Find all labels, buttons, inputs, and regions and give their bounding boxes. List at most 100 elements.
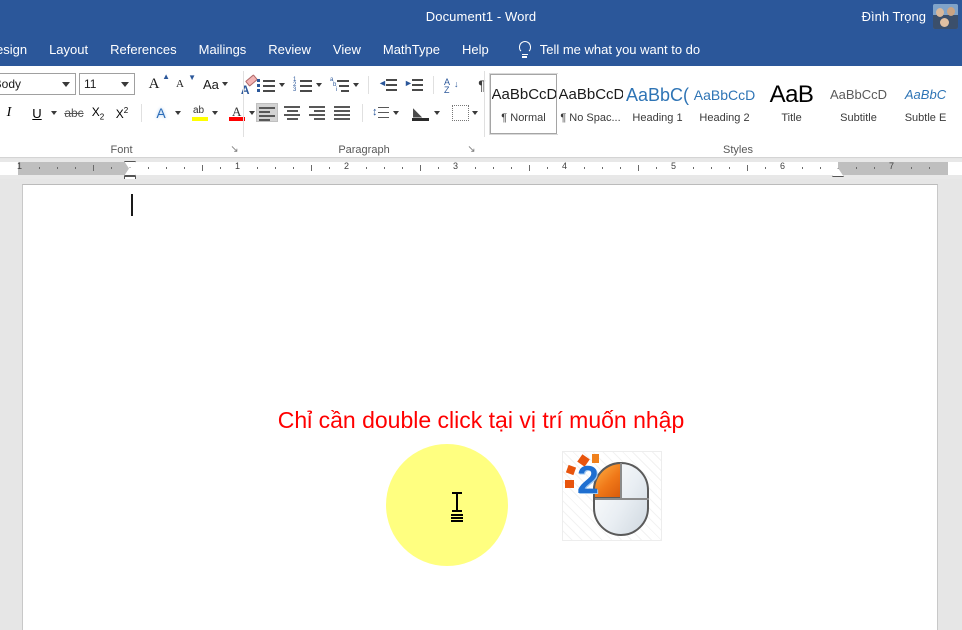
underline-chevron-down-icon[interactable]: [51, 111, 57, 115]
style-item-subtitle[interactable]: AaBbCcD Subtitle: [825, 74, 892, 134]
align-center-icon[interactable]: [281, 103, 303, 122]
ribbon-tab-bar: esign Layout References Mailings Review …: [0, 33, 962, 66]
avatar[interactable]: [933, 4, 958, 29]
title-bar-user-area: Đình Trọng: [862, 0, 958, 33]
ruler-number: 5: [671, 161, 677, 171]
tab-design[interactable]: esign: [0, 33, 38, 66]
style-sample: AaBbCcD: [829, 86, 888, 102]
highlight-color-swatch: [192, 117, 208, 121]
change-case-button[interactable]: Aa: [203, 77, 228, 92]
highlight-chevron-down-icon[interactable]: [212, 111, 218, 115]
style-sample: AaBbC(: [625, 84, 690, 105]
tab-view[interactable]: View: [322, 33, 372, 66]
document-page[interactable]: Chỉ cần double click tại vị trí muốn nhậ…: [22, 184, 938, 630]
font-name-combo[interactable]: bri (Body: [0, 73, 76, 95]
style-label: Heading 1: [632, 111, 683, 124]
align-right-icon[interactable]: [306, 103, 328, 122]
italic-button[interactable]: I: [0, 102, 20, 124]
style-sample: AaBbC: [904, 86, 947, 102]
underline-button[interactable]: U: [26, 102, 48, 124]
tab-layout[interactable]: Layout: [38, 33, 99, 66]
shading-chevron-down-icon[interactable]: [434, 110, 440, 115]
subscript-button[interactable]: X2: [87, 102, 109, 124]
style-item-normal[interactable]: AaBbCcDc ¶ Normal: [489, 73, 558, 135]
font-dialog-launcher[interactable]: ↘: [229, 144, 240, 155]
ruler-number: 1: [235, 161, 241, 171]
style-label: ¶ No Spac...: [560, 111, 621, 124]
style-label: Subtitle: [840, 111, 877, 124]
text-effects-chevron-down-icon[interactable]: [175, 111, 181, 115]
tab-review[interactable]: Review: [257, 33, 322, 66]
superscript-button[interactable]: X2: [111, 102, 133, 124]
borders-chevron-down-icon[interactable]: [472, 110, 478, 115]
lightbulb-icon: [518, 41, 532, 58]
ruler-number: 6: [780, 161, 786, 171]
style-label: ¶ Normal: [501, 111, 546, 124]
text-highlight-color-button[interactable]: ab: [191, 104, 209, 122]
mouse-badge-number: 2: [577, 459, 599, 502]
sort-icon[interactable]: A Z ↓: [443, 77, 461, 95]
font-name-value: bri (Body: [0, 77, 22, 91]
document-scroll-area[interactable]: Chỉ cần double click tại vị trí muốn nhậ…: [0, 179, 962, 630]
styles-group-label: Styles: [723, 144, 753, 156]
font-group-label: Font: [110, 144, 133, 156]
ruler-number: 4: [562, 161, 568, 171]
page-title: Chỉ cần double click tại vị trí muốn nhậ…: [277, 407, 685, 433]
align-left-icon[interactable]: [256, 103, 278, 122]
paragraph-group-label: Paragraph: [338, 144, 390, 156]
caret-down-icon: ▼: [188, 73, 196, 82]
style-label: Subtle E: [904, 111, 947, 124]
style-sample: AaB: [769, 84, 814, 105]
style-item-heading-1[interactable]: AaBbC( Heading 1: [624, 74, 691, 134]
tell-me-search[interactable]: Tell me what you want to do: [518, 41, 700, 58]
line-spacing-chevron-down-icon[interactable]: [393, 110, 399, 115]
horizontal-ruler[interactable]: 1 1 2 3 4 5 6 7: [0, 159, 962, 183]
text-effects-button[interactable]: A: [150, 102, 172, 124]
ruler-number: 3: [453, 161, 459, 171]
tab-references[interactable]: References: [99, 33, 187, 66]
tab-mailings[interactable]: Mailings: [188, 33, 258, 66]
multilevel-chevron-down-icon[interactable]: [353, 83, 359, 87]
word-window: Document1 - Word Đình Trọng esign Layout…: [0, 0, 962, 630]
tab-help[interactable]: Help: [451, 33, 500, 66]
style-sample: AaBbCcDc: [558, 85, 623, 103]
user-name-label[interactable]: Đình Trọng: [862, 9, 926, 24]
justify-icon[interactable]: [331, 103, 353, 122]
click-and-type-ibeam-cursor: [450, 491, 464, 523]
font-group: bri (Body 11 A ▲ A ▼ Aa: [0, 66, 258, 158]
strikethrough-button[interactable]: abc: [63, 102, 85, 124]
style-label: Heading 2: [699, 111, 750, 124]
document-title: Document1 - Word: [425, 9, 537, 24]
font-size-combo[interactable]: 11: [79, 73, 135, 95]
numbering-chevron-down-icon[interactable]: [316, 83, 322, 87]
title-bar: Document1 - Word Đình Trọng: [0, 0, 962, 33]
double-click-mouse-icon: 2: [562, 451, 662, 541]
ruler-number: 2: [344, 161, 350, 171]
numbering-icon[interactable]: 1 2 3: [293, 77, 313, 93]
style-item-heading-2[interactable]: AaBbCcD Heading 2: [691, 74, 758, 134]
increase-indent-icon[interactable]: ►: [404, 77, 424, 93]
grow-font-button[interactable]: A ▲: [143, 72, 170, 95]
paragraph-group: 1 2 3 a b i ◄ ► A Z ↓ ¶ ↕ ◣ Paragraph ↘: [248, 66, 486, 158]
style-item-subtle-emphasis[interactable]: AaBbC Subtle E: [892, 74, 959, 134]
paragraph-dialog-launcher[interactable]: ↘: [466, 144, 477, 155]
borders-icon[interactable]: [452, 104, 469, 121]
chevron-down-icon: [221, 82, 228, 86]
ruler-number: 1: [17, 161, 23, 171]
styles-group: AaBbCcDc ¶ Normal AaBbCcDc ¶ No Spac... …: [489, 66, 962, 158]
multilevel-list-icon[interactable]: a b i: [330, 77, 350, 93]
style-item-title[interactable]: AaB Title: [758, 74, 825, 134]
text-caret: [131, 194, 133, 216]
style-item-no-spacing[interactable]: AaBbCcDc ¶ No Spac...: [557, 74, 624, 134]
ribbon: bri (Body 11 A ▲ A ▼ Aa: [0, 66, 962, 158]
bullets-icon[interactable]: [256, 77, 276, 93]
style-sample: AaBbCcD: [693, 86, 756, 103]
shrink-font-button[interactable]: A ▼: [169, 73, 196, 95]
style-label: Title: [781, 111, 802, 124]
bullets-chevron-down-icon[interactable]: [279, 83, 285, 87]
shading-icon[interactable]: ◣: [411, 104, 431, 121]
tab-mathtype[interactable]: MathType: [372, 33, 451, 66]
line-spacing-icon[interactable]: ↕: [372, 105, 390, 121]
chevron-down-icon: [121, 81, 129, 87]
decrease-indent-icon[interactable]: ◄: [378, 77, 398, 93]
